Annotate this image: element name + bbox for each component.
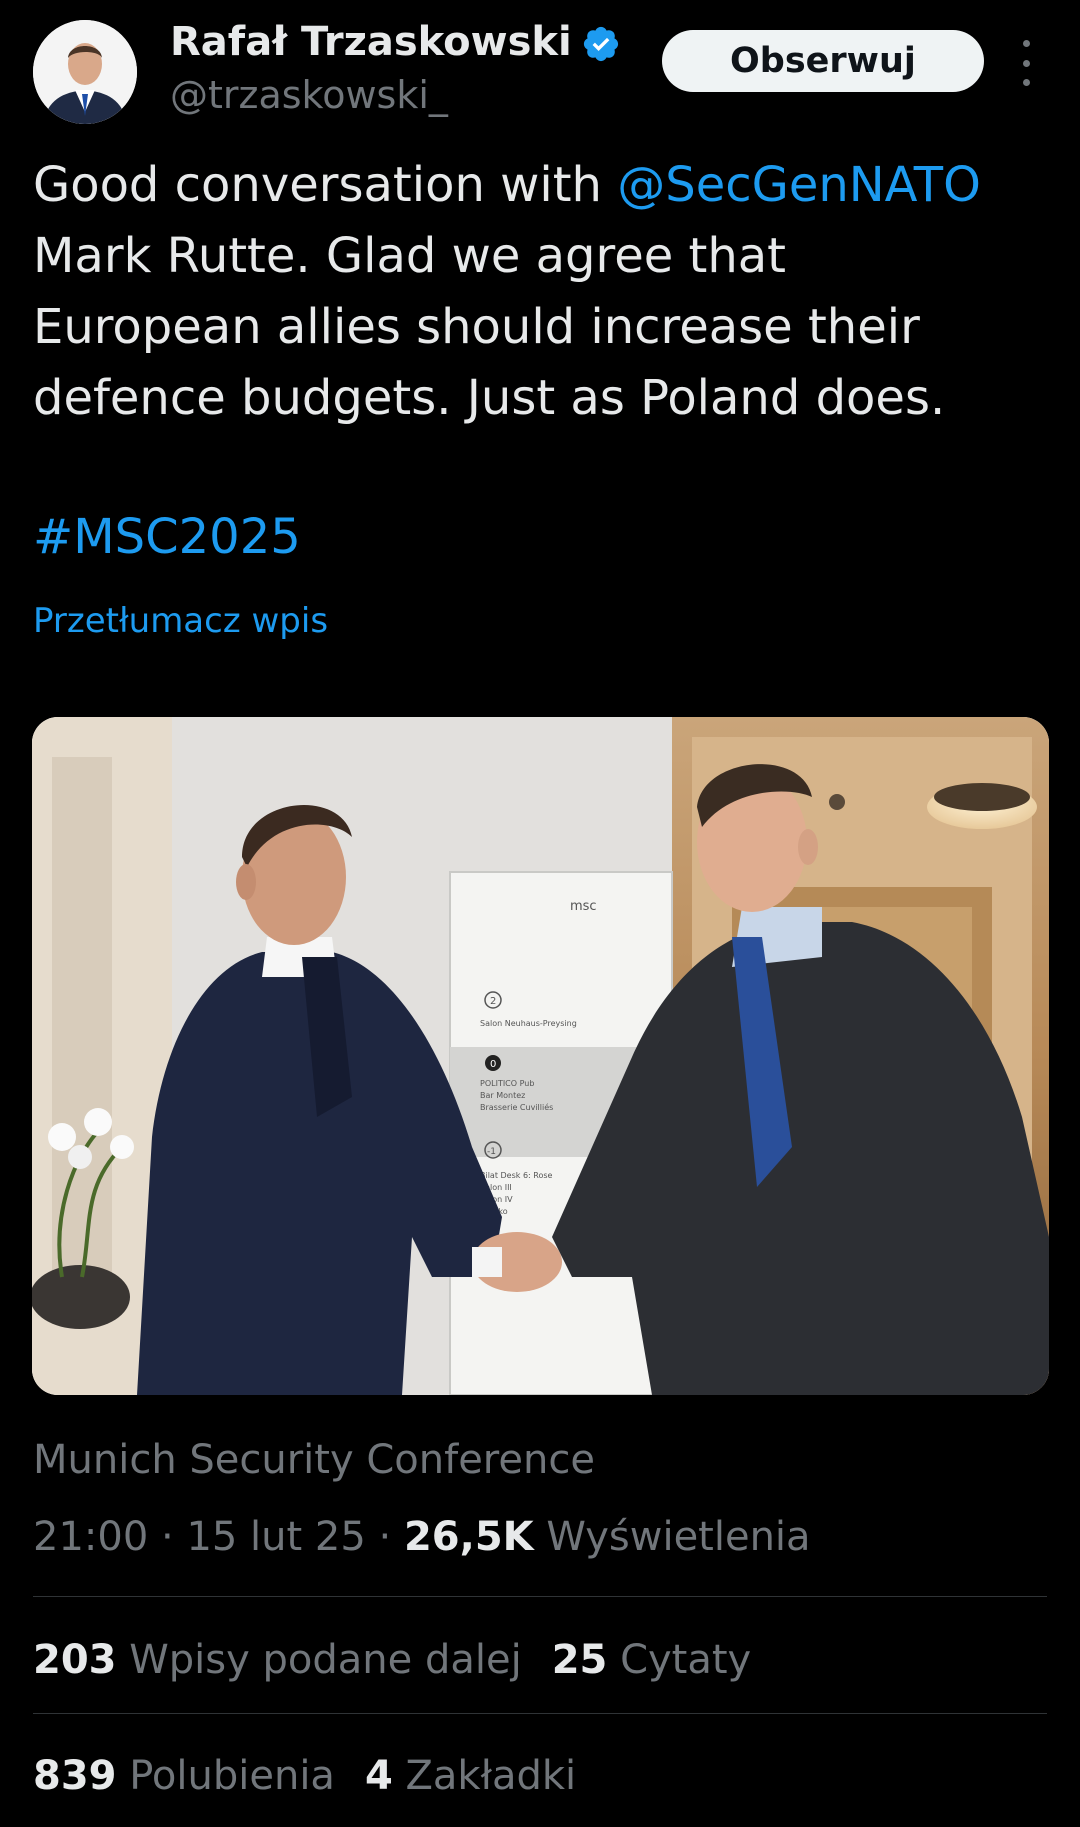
bookmarks-stat[interactable]: 4 Zakładki <box>365 1753 576 1799</box>
verified-badge-icon <box>583 26 619 62</box>
reposts-label: Wpisy podane dalej <box>129 1637 522 1683</box>
bookmarks-label: Zakładki <box>405 1753 577 1799</box>
hashtag-link[interactable]: #MSC2025 <box>33 502 301 573</box>
reposts-stat[interactable]: 203 Wpisy podane dalej <box>33 1637 522 1683</box>
sign-floor-0-line-3: Brasserie Cuvilliés <box>480 1102 553 1112</box>
tweet-text-line-1: Good conversation with <box>33 157 618 213</box>
tweet-text-line-4: defence budgets. Just as Poland does. <box>33 370 946 426</box>
divider <box>33 1596 1047 1597</box>
reposts-count: 203 <box>33 1637 117 1683</box>
stats-row-1: 203 Wpisy podane dalej 25 Cytaty <box>33 1634 781 1686</box>
author-name[interactable]: Rafał Trzaskowski <box>170 18 572 66</box>
author-avatar[interactable] <box>33 20 137 124</box>
quotes-label: Cytaty <box>620 1637 752 1683</box>
quotes-count: 25 <box>551 1637 608 1683</box>
views-label: Wyświetlenia <box>546 1514 811 1560</box>
sign-floor-0-line-1: POLITICO Pub <box>480 1079 534 1088</box>
author-handle[interactable]: @trzaskowski_ <box>170 72 448 118</box>
tweet-text: Good conversation with @SecGenNATO Mark … <box>33 150 1053 434</box>
stats-row-2: 839 Polubienia 4 Zakładki <box>33 1750 606 1802</box>
post-time[interactable]: 21:00 <box>33 1514 148 1560</box>
sign-floor-2: 2 <box>490 996 496 1007</box>
likes-count: 839 <box>33 1753 117 1799</box>
location-label: Munich Security Conference <box>33 1437 595 1483</box>
more-vertical-icon[interactable] <box>1014 40 1038 86</box>
sign-floor-minus-1-line-1: Bilat Desk 6: Rose <box>480 1171 553 1180</box>
meta-separator-2: · <box>365 1514 404 1560</box>
divider <box>33 1713 1047 1714</box>
translate-link[interactable]: Przetłumacz wpis <box>33 598 328 644</box>
tweet-meta: 21:00 · 15 lut 25 · 26,5K Wyświetlenia <box>33 1511 811 1563</box>
follow-button[interactable]: Obserwuj <box>662 30 984 92</box>
sign-floor-0-line-2: Bar Montez <box>480 1091 525 1100</box>
post-date[interactable]: 15 lut 25 <box>186 1514 365 1560</box>
sign-floor-2-label: Salon Neuhaus-Preysing <box>480 1019 577 1028</box>
likes-stat[interactable]: 839 Polubienia <box>33 1753 335 1799</box>
tweet-text-line-2: Mark Rutte. Glad we agree that <box>33 228 786 284</box>
sign-floor-minus-1: -1 <box>487 1147 496 1157</box>
sign-floor-0: 0 <box>490 1059 496 1070</box>
meta-separator-1: · <box>148 1514 187 1560</box>
quotes-stat[interactable]: 25 Cytaty <box>552 1637 752 1683</box>
tweet-text-line-3: European allies should increase their <box>33 299 920 355</box>
tweet-photo[interactable]: msc 2 Salon Neuhaus-Preysing 0 POLITICO … <box>32 717 1049 1395</box>
bookmarks-count: 4 <box>364 1753 393 1799</box>
sign-logo: msc <box>570 899 597 914</box>
likes-label: Polubienia <box>129 1753 335 1799</box>
views-count: 26,5K <box>403 1514 534 1560</box>
mention-link[interactable]: @SecGenNATO <box>617 157 981 213</box>
